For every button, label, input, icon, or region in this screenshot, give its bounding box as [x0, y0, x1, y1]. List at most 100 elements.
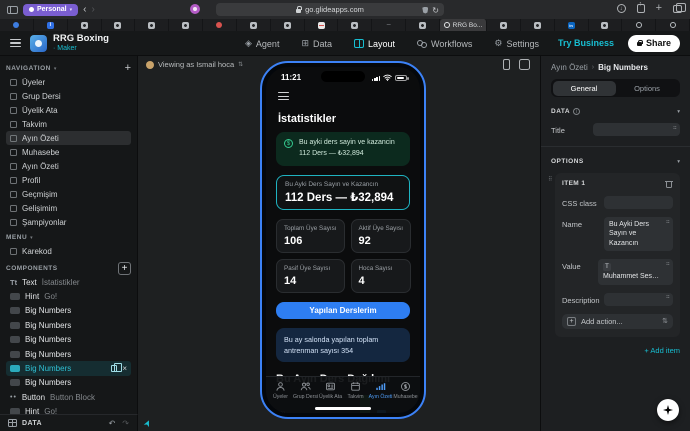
reload-icon[interactable]: ↻ — [432, 6, 439, 15]
app-logo[interactable] — [30, 34, 47, 52]
sidebar-item-takvim[interactable]: Takvim — [6, 117, 131, 131]
phone-tab-uyeler[interactable]: Üyeler — [268, 381, 293, 404]
stat-card[interactable]: Toplam Üye Sayısı 106 — [276, 219, 345, 254]
navigation-section-header[interactable]: NAVIGATION ▾ + — [6, 62, 131, 75]
downloads-icon[interactable]: ↓ — [616, 4, 626, 13]
data-editor-bar[interactable]: DATA ↶ ↷ — [0, 414, 138, 431]
menu-section-header[interactable]: MENU ▾ — [6, 231, 131, 244]
browser-tab[interactable]: in — [555, 19, 589, 31]
stat-card[interactable]: Aktif Üye Sayısı 92 — [350, 219, 411, 254]
component-row-big-numbers[interactable]: Big Numbers — [6, 376, 131, 390]
tab-options[interactable]: Options — [616, 81, 679, 96]
css-class-input[interactable] — [604, 196, 673, 209]
sidebar-item-gecmisim[interactable]: Geçmişim — [6, 187, 131, 201]
hint-banner-green[interactable]: $ Bu ayki ders sayin ve kazancin 112 Ders… — [276, 132, 410, 167]
tablet-device-icon[interactable] — [519, 59, 530, 70]
phone-device-icon[interactable] — [503, 59, 510, 70]
sidebar-item-gelisimim[interactable]: Gelişimim — [6, 201, 131, 215]
browser-tab[interactable] — [656, 19, 690, 31]
sidebar-item-uyelik-ata[interactable]: Üyelik Ata — [6, 103, 131, 117]
component-row-text[interactable]: Tt Text İstatistikler — [6, 275, 131, 289]
add-navigation-button[interactable]: + — [125, 63, 131, 74]
viewing-as-selector[interactable]: Viewing as Ismail hoca ⇅ — [146, 60, 243, 69]
browser-tab[interactable] — [271, 19, 305, 31]
browser-tab[interactable] — [406, 19, 440, 31]
browser-tab[interactable] — [338, 19, 373, 31]
browser-tab[interactable] — [0, 19, 34, 31]
phone-menu-icon[interactable] — [278, 92, 289, 101]
component-row-button[interactable]: •• Button Button Block — [6, 390, 131, 404]
duplicate-icon[interactable] — [111, 363, 123, 373]
add-item-button[interactable]: + Add item — [551, 346, 680, 355]
browser-tab[interactable] — [237, 19, 271, 31]
component-row-hint[interactable]: Hint Go! — [6, 289, 131, 303]
sidebar-item-ayin-ozeti-selected[interactable]: Ayın Özeti — [6, 131, 131, 145]
share-button[interactable]: Share — [627, 34, 680, 52]
nav-agent[interactable]: ◈ Agent — [245, 38, 279, 49]
data-section-header[interactable]: DATA i ▾ — [551, 108, 680, 115]
browser-tab[interactable] — [305, 19, 339, 31]
bind-icon[interactable]: ⠛ — [666, 262, 670, 270]
value-input[interactable]: TMuhammet Sessio... ⠛ — [598, 259, 673, 285]
browser-forward-button[interactable]: › — [91, 4, 94, 15]
browser-profile-button[interactable]: Personal ▾ — [23, 3, 79, 16]
shield-icon[interactable] — [422, 6, 429, 14]
stat-card[interactable]: Hoca Sayısı 4 — [350, 259, 411, 294]
phone-tab-takvim[interactable]: Takvim — [343, 381, 368, 404]
phone-tab-ayin-ozeti-active[interactable]: Ayın Özeti — [368, 381, 393, 404]
options-section-header[interactable]: OPTIONS ▾ — [551, 158, 680, 165]
component-row-big-numbers[interactable]: Big Numbers — [6, 347, 131, 361]
big-numbers-selected-component[interactable]: Bu Ayki Ders Sayın ve Kazancın 112 Ders … — [276, 175, 410, 211]
sidebar-item-karekod[interactable]: Karekod — [6, 244, 131, 258]
phone-tab-grup-dersi[interactable]: Grup Dersi — [293, 381, 318, 404]
sidebar-item-muhasebe[interactable]: Muhasebe — [6, 145, 131, 159]
bind-icon[interactable]: ⠛ — [666, 220, 670, 228]
browser-tab-active[interactable]: RRG Bo... — [439, 19, 487, 31]
name-input[interactable]: Bu Ayki Ders Sayın ve Kazancın ⠛ — [604, 217, 673, 252]
stat-card[interactable]: Pasif Üye Sayısı 14 — [276, 259, 345, 294]
add-action-button[interactable]: + Add action... ⇅ — [562, 313, 673, 329]
drag-handle-icon[interactable]: ⠿ — [548, 176, 552, 183]
nav-workflows[interactable]: Workflows — [417, 39, 472, 49]
browser-tab[interactable] — [102, 19, 136, 31]
bind-icon[interactable]: ⠛ — [673, 126, 677, 134]
trash-icon[interactable] — [665, 179, 673, 188]
undo-icon[interactable]: ↶ — [109, 419, 116, 428]
component-row-big-numbers[interactable]: Big Numbers — [6, 318, 131, 332]
component-row-big-numbers[interactable]: Big Numbers — [6, 333, 131, 347]
browser-tab[interactable] — [135, 19, 170, 31]
yapilan-derslerim-button[interactable]: Yapılan Derslerim — [276, 302, 410, 320]
tab-overview-icon[interactable] — [673, 2, 686, 13]
browser-tab[interactable] — [622, 19, 657, 31]
add-component-button[interactable]: + — [118, 262, 131, 275]
nav-layout[interactable]: Layout — [354, 39, 395, 49]
component-row-big-numbers-selected[interactable]: Big Numbers × — [6, 361, 131, 376]
title-field-input[interactable]: ⠛ — [593, 123, 680, 136]
nav-settings[interactable]: ⚙ Settings — [494, 38, 539, 49]
browser-tab[interactable] — [487, 19, 521, 31]
browser-tab[interactable] — [203, 19, 237, 31]
component-row-hint[interactable]: Hint Go! — [6, 405, 131, 414]
browser-tab[interactable]: – — [372, 19, 407, 31]
browser-tab[interactable] — [169, 19, 204, 31]
ai-assistant-button[interactable] — [657, 399, 679, 421]
redo-icon[interactable]: ↷ — [122, 419, 129, 428]
sidebar-item-ayin-ozeti-2[interactable]: Ayın Özeti — [6, 159, 131, 173]
try-business-button[interactable]: Try Business — [558, 38, 614, 48]
browser-extension-icon[interactable] — [190, 4, 200, 14]
menu-icon[interactable] — [10, 39, 21, 47]
browser-tab[interactable] — [521, 19, 555, 31]
browser-back-button[interactable]: ‹ — [83, 4, 86, 15]
hint-banner-blue[interactable]: Bu ay salonda yapılan toplam antrenman s… — [276, 328, 410, 363]
browser-tab[interactable] — [68, 19, 102, 31]
sidebar-item-grup-dersi[interactable]: Grup Dersi — [6, 89, 131, 103]
bind-icon[interactable]: ⠛ — [666, 295, 670, 303]
address-bar[interactable]: go.glideapps.com ↻ — [216, 3, 444, 16]
sidebar-item-profil[interactable]: Profil — [6, 173, 131, 187]
sidebar-item-uyeler[interactable]: Üyeler — [6, 75, 131, 89]
browser-tab[interactable]: i — [34, 19, 68, 31]
phone-tab-muhasebe[interactable]: Muhasebe — [393, 381, 418, 404]
component-row-big-numbers[interactable]: Big Numbers — [6, 304, 131, 318]
browser-sidebar-toggle-icon[interactable] — [7, 5, 18, 14]
tab-general[interactable]: General — [552, 80, 616, 96]
